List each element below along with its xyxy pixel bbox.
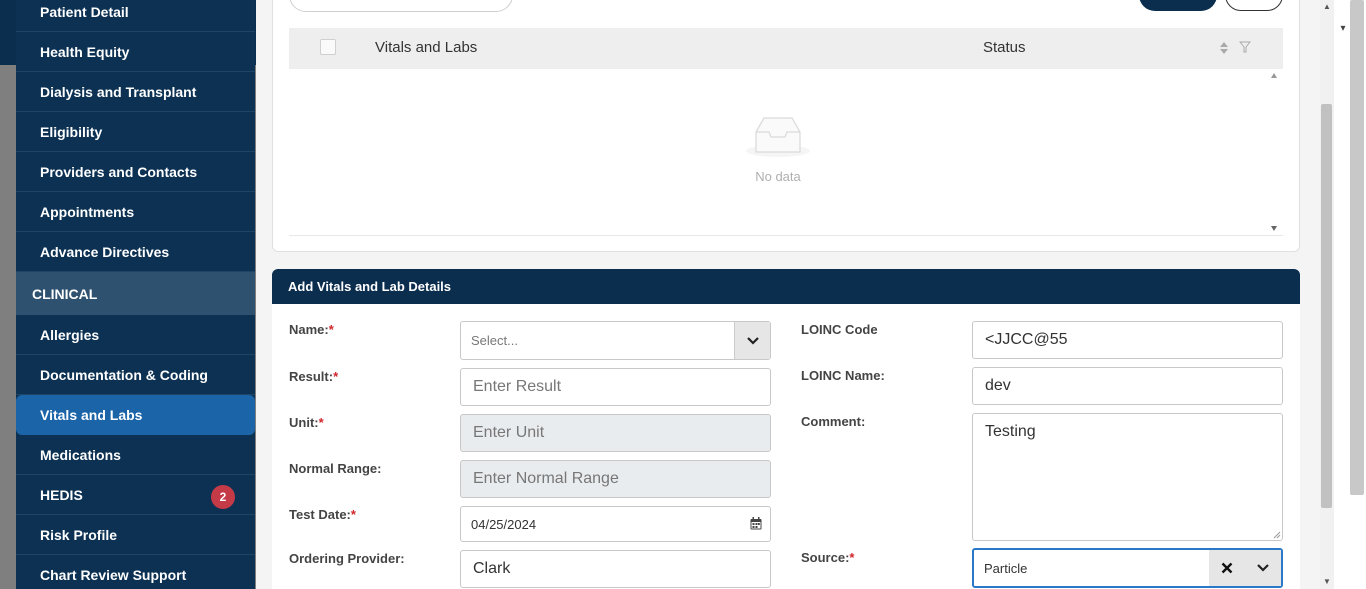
required-mark: * <box>328 322 334 337</box>
sidebar-item-vitals-labs[interactable]: Vitals and Labs <box>16 395 255 435</box>
calendar-icon[interactable] <box>750 517 762 530</box>
result-label-text: Result: <box>289 369 334 384</box>
empty-state-text: No data <box>755 169 801 184</box>
outer-scrollbar-thumb[interactable] <box>1350 0 1364 495</box>
sidebar-item-label: Dialysis and Transplant <box>40 83 197 100</box>
filter-icon[interactable] <box>1239 41 1251 53</box>
loinc-name-label: LOINC Name: <box>801 368 885 383</box>
result-placeholder: Enter Result <box>473 378 562 395</box>
sidebar-item-dialysis-transplant[interactable]: Dialysis and Transplant <box>16 72 255 112</box>
sidebar-item-appointments[interactable]: Appointments <box>16 192 255 232</box>
test-date-value: 04/25/2024 <box>471 516 537 532</box>
test-date-label-text: Test Date: <box>289 507 351 522</box>
sidebar-item-label: Vitals and Labs <box>40 407 143 423</box>
normal-range-placeholder: Enter Normal Range <box>473 470 619 487</box>
name-label: Name:* <box>289 322 334 337</box>
scroll-up-icon[interactable]: ▲ <box>1320 0 1334 14</box>
sidebar-item-risk-profile[interactable]: Risk Profile <box>16 515 255 555</box>
source-value: Particle <box>984 560 1028 576</box>
sidebar-item-label: Documentation & Coding <box>40 366 208 383</box>
source-label-text: Source: <box>801 550 850 565</box>
sidebar-item-label: Eligibility <box>40 123 103 140</box>
add-vitals-form: Add Vitals and Lab Details Name:* Result… <box>272 269 1300 589</box>
sidebar-item-label: HEDIS <box>40 486 83 503</box>
resize-handle-icon[interactable] <box>1273 531 1281 539</box>
sidebar-item-label: Patient Detail <box>40 3 129 20</box>
primary-action-button[interactable] <box>1139 0 1217 11</box>
comment-textarea[interactable]: Testing <box>972 413 1283 541</box>
column-header-status[interactable]: Status <box>983 39 1026 56</box>
source-select[interactable]: Particle <box>972 548 1283 588</box>
loinc-code-value: <JJCC@55 <box>985 331 1068 348</box>
source-label: Source:* <box>801 550 854 565</box>
name-select[interactable]: Select... <box>460 321 771 360</box>
scroll-down-icon[interactable]: ▼ <box>1320 575 1334 589</box>
loinc-name-value: dev <box>985 377 1011 394</box>
ordering-provider-value: Clark <box>473 560 511 577</box>
table-header: Vitals and Labs Status <box>289 28 1283 69</box>
unit-input[interactable]: Enter Unit <box>460 414 771 452</box>
ordering-provider-label: Ordering Provider: <box>289 551 405 566</box>
required-mark: * <box>318 415 324 430</box>
sidebar-item-eligibility[interactable]: Eligibility <box>16 112 255 152</box>
sidebar-item-documentation-coding[interactable]: Documentation & Coding <box>16 355 255 395</box>
empty-inbox-icon <box>746 117 810 157</box>
form-title: Add Vitals and Lab Details <box>272 269 1300 304</box>
unit-label: Unit:* <box>289 415 324 430</box>
result-input[interactable]: Enter Result <box>460 368 771 406</box>
required-mark: * <box>333 369 339 384</box>
notification-badge: 2 <box>211 485 235 509</box>
chevron-down-icon[interactable] <box>1245 550 1281 586</box>
ordering-provider-input[interactable]: Clark <box>460 550 771 588</box>
sidebar-item-providers-contacts[interactable]: Providers and Contacts <box>16 152 255 192</box>
clear-icon[interactable] <box>1209 550 1245 586</box>
sidebar-item-patient-detail[interactable]: Patient Detail <box>16 0 255 32</box>
test-date-label: Test Date:* <box>289 507 356 522</box>
sidebar-section-label: CLINICAL <box>32 285 98 302</box>
sidebar-item-label: Appointments <box>40 203 135 220</box>
unit-placeholder: Enter Unit <box>473 424 545 441</box>
chevron-down-icon[interactable]: ▾ <box>1336 22 1350 36</box>
search-input[interactable] <box>289 0 513 12</box>
unit-label-text: Unit: <box>289 415 319 430</box>
sidebar-item-label: Health Equity <box>40 43 130 60</box>
divider <box>289 235 1283 236</box>
sidebar-item-label: Chart Review Support <box>40 566 187 583</box>
test-date-input[interactable]: 04/25/2024 <box>460 506 771 542</box>
sidebar: Patient Detail Health Equity Dialysis an… <box>16 0 255 589</box>
sidebar-item-label: Allergies <box>40 326 100 343</box>
table-scrollbar[interactable] <box>1266 69 1282 235</box>
sidebar-item-chart-review-support[interactable]: Chart Review Support <box>16 555 255 589</box>
sort-icon[interactable] <box>1219 40 1229 56</box>
loinc-code-input[interactable]: <JJCC@55 <box>972 321 1283 359</box>
sidebar-item-medications[interactable]: Medications <box>16 435 255 475</box>
result-label: Result:* <box>289 369 338 384</box>
sidebar-item-advance-directives[interactable]: Advance Directives <box>16 232 255 272</box>
sidebar-item-allergies[interactable]: Allergies <box>16 315 255 355</box>
column-header-vitals[interactable]: Vitals and Labs <box>375 39 477 56</box>
sidebar-item-label: Medications <box>40 446 121 463</box>
name-select-placeholder: Select... <box>471 333 518 348</box>
loinc-code-label: LOINC Code <box>801 322 878 337</box>
comment-label: Comment: <box>801 414 866 429</box>
normal-range-input[interactable]: Enter Normal Range <box>460 460 771 498</box>
loinc-name-input[interactable]: dev <box>972 367 1283 405</box>
sidebar-item-hedis[interactable]: HEDIS 2 <box>16 475 255 515</box>
name-label-text: Name: <box>289 322 329 337</box>
required-mark: * <box>350 507 356 522</box>
select-all-checkbox[interactable] <box>320 39 336 55</box>
sidebar-item-label: Advance Directives <box>40 243 170 260</box>
sidebar-item-label: Risk Profile <box>40 526 118 543</box>
window-scrollbar-thumb[interactable] <box>1321 104 1332 508</box>
required-mark: * <box>849 550 855 565</box>
sidebar-item-label: Providers and Contacts <box>40 163 198 180</box>
sidebar-item-health-equity[interactable]: Health Equity <box>16 32 255 72</box>
sidebar-section-clinical[interactable]: CLINICAL <box>16 272 255 315</box>
chevron-down-icon[interactable] <box>734 322 770 359</box>
normal-range-label: Normal Range: <box>289 461 382 476</box>
comment-value: Testing <box>985 423 1036 440</box>
